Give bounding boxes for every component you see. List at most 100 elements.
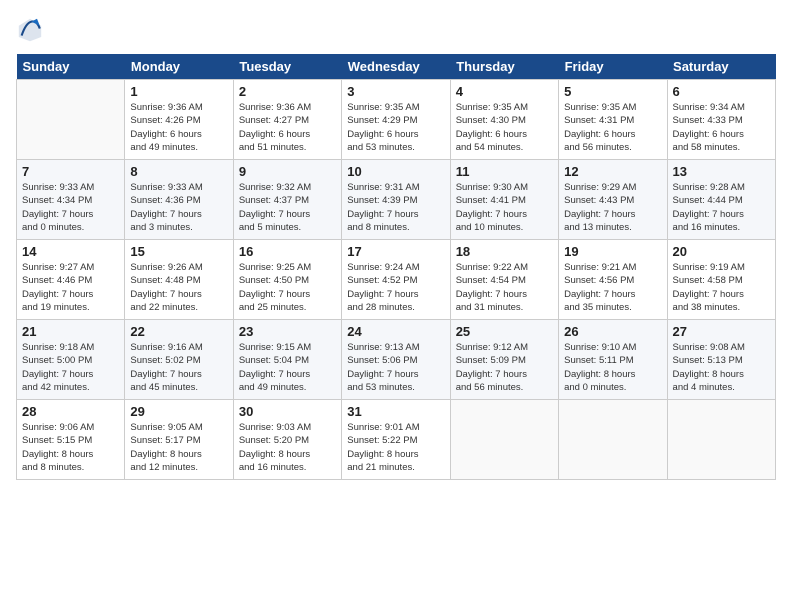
day-info: Sunrise: 9:01 AM Sunset: 5:22 PM Dayligh… bbox=[347, 421, 444, 474]
day-info: Sunrise: 9:06 AM Sunset: 5:15 PM Dayligh… bbox=[22, 421, 119, 474]
calendar-cell: 4 Sunrise: 9:35 AM Sunset: 4:30 PM Daylig… bbox=[450, 80, 558, 160]
day-number: 22 bbox=[130, 324, 227, 339]
day-number: 11 bbox=[456, 164, 553, 179]
day-info: Sunrise: 9:28 AM Sunset: 4:44 PM Dayligh… bbox=[673, 181, 770, 234]
day-number: 7 bbox=[22, 164, 119, 179]
day-number: 25 bbox=[456, 324, 553, 339]
day-info: Sunrise: 9:33 AM Sunset: 4:36 PM Dayligh… bbox=[130, 181, 227, 234]
weekday-header: Monday bbox=[125, 54, 233, 80]
day-number: 6 bbox=[673, 84, 770, 99]
calendar-cell: 26 Sunrise: 9:10 AM Sunset: 5:11 PM Dayli… bbox=[559, 320, 667, 400]
calendar-cell: 25 Sunrise: 9:12 AM Sunset: 5:09 PM Dayli… bbox=[450, 320, 558, 400]
day-info: Sunrise: 9:26 AM Sunset: 4:48 PM Dayligh… bbox=[130, 261, 227, 314]
day-info: Sunrise: 9:22 AM Sunset: 4:54 PM Dayligh… bbox=[456, 261, 553, 314]
day-info: Sunrise: 9:08 AM Sunset: 5:13 PM Dayligh… bbox=[673, 341, 770, 394]
day-number: 20 bbox=[673, 244, 770, 259]
weekday-header: Thursday bbox=[450, 54, 558, 80]
day-number: 27 bbox=[673, 324, 770, 339]
day-number: 19 bbox=[564, 244, 661, 259]
day-number: 29 bbox=[130, 404, 227, 419]
calendar-cell: 24Sunrise: 9:13 AM Sunset: 5:06 PM Dayli… bbox=[342, 320, 450, 400]
day-info: Sunrise: 9:24 AM Sunset: 4:52 PM Dayligh… bbox=[347, 261, 444, 314]
day-info: Sunrise: 9:10 AM Sunset: 5:11 PM Dayligh… bbox=[564, 341, 661, 394]
day-number: 12 bbox=[564, 164, 661, 179]
calendar-cell: 28 Sunrise: 9:06 AM Sunset: 5:15 PM Dayli… bbox=[17, 400, 125, 480]
day-info: Sunrise: 9:18 AM Sunset: 5:00 PM Dayligh… bbox=[22, 341, 119, 394]
day-number: 28 bbox=[22, 404, 119, 419]
day-number: 10 bbox=[347, 164, 444, 179]
day-number: 21 bbox=[22, 324, 119, 339]
calendar-cell: 5 Sunrise: 9:35 AM Sunset: 4:31 PM Daylig… bbox=[559, 80, 667, 160]
day-number: 8 bbox=[130, 164, 227, 179]
day-info: Sunrise: 9:36 AM Sunset: 4:27 PM Dayligh… bbox=[239, 101, 336, 154]
day-number: 3 bbox=[347, 84, 444, 99]
day-number: 30 bbox=[239, 404, 336, 419]
calendar-cell: 2 Sunrise: 9:36 AM Sunset: 4:27 PM Daylig… bbox=[233, 80, 341, 160]
calendar-cell: 1Sunrise: 9:36 AM Sunset: 4:26 PM Daylig… bbox=[125, 80, 233, 160]
day-info: Sunrise: 9:30 AM Sunset: 4:41 PM Dayligh… bbox=[456, 181, 553, 234]
calendar-table: SundayMondayTuesdayWednesdayThursdayFrid… bbox=[16, 54, 776, 480]
calendar-cell: 21 Sunrise: 9:18 AM Sunset: 5:00 PM Dayli… bbox=[17, 320, 125, 400]
calendar-cell: 29 Sunrise: 9:05 AM Sunset: 5:17 PM Dayli… bbox=[125, 400, 233, 480]
day-info: Sunrise: 9:15 AM Sunset: 5:04 PM Dayligh… bbox=[239, 341, 336, 394]
day-info: Sunrise: 9:34 AM Sunset: 4:33 PM Dayligh… bbox=[673, 101, 770, 154]
day-info: Sunrise: 9:35 AM Sunset: 4:31 PM Dayligh… bbox=[564, 101, 661, 154]
day-info: Sunrise: 9:31 AM Sunset: 4:39 PM Dayligh… bbox=[347, 181, 444, 234]
calendar-cell: 17 Sunrise: 9:24 AM Sunset: 4:52 PM Dayli… bbox=[342, 240, 450, 320]
day-info: Sunrise: 9:21 AM Sunset: 4:56 PM Dayligh… bbox=[564, 261, 661, 314]
day-info: Sunrise: 9:35 AM Sunset: 4:30 PM Dayligh… bbox=[456, 101, 553, 154]
calendar-cell bbox=[17, 80, 125, 160]
calendar-cell: 8 Sunrise: 9:33 AM Sunset: 4:36 PM Daylig… bbox=[125, 160, 233, 240]
calendar-cell: 30 Sunrise: 9:03 AM Sunset: 5:20 PM Dayli… bbox=[233, 400, 341, 480]
calendar-cell: 20 Sunrise: 9:19 AM Sunset: 4:58 PM Dayli… bbox=[667, 240, 775, 320]
weekday-header: Friday bbox=[559, 54, 667, 80]
calendar-cell bbox=[559, 400, 667, 480]
calendar-week-row: 21 Sunrise: 9:18 AM Sunset: 5:00 PM Dayli… bbox=[17, 320, 776, 400]
calendar-cell: 14 Sunrise: 9:27 AM Sunset: 4:46 PM Dayli… bbox=[17, 240, 125, 320]
calendar-cell bbox=[667, 400, 775, 480]
day-number: 5 bbox=[564, 84, 661, 99]
page-header bbox=[16, 16, 776, 44]
day-number: 2 bbox=[239, 84, 336, 99]
calendar-cell: 23Sunrise: 9:15 AM Sunset: 5:04 PM Dayli… bbox=[233, 320, 341, 400]
day-number: 14 bbox=[22, 244, 119, 259]
day-number: 16 bbox=[239, 244, 336, 259]
calendar-cell: 27 Sunrise: 9:08 AM Sunset: 5:13 PM Dayli… bbox=[667, 320, 775, 400]
weekday-header: Sunday bbox=[17, 54, 125, 80]
day-info: Sunrise: 9:32 AM Sunset: 4:37 PM Dayligh… bbox=[239, 181, 336, 234]
day-info: Sunrise: 9:29 AM Sunset: 4:43 PM Dayligh… bbox=[564, 181, 661, 234]
day-number: 17 bbox=[347, 244, 444, 259]
calendar-cell bbox=[450, 400, 558, 480]
calendar-cell: 11 Sunrise: 9:30 AM Sunset: 4:41 PM Dayli… bbox=[450, 160, 558, 240]
logo-icon bbox=[16, 16, 44, 44]
calendar-cell: 7Sunrise: 9:33 AM Sunset: 4:34 PM Daylig… bbox=[17, 160, 125, 240]
day-number: 4 bbox=[456, 84, 553, 99]
day-info: Sunrise: 9:05 AM Sunset: 5:17 PM Dayligh… bbox=[130, 421, 227, 474]
weekday-header: Saturday bbox=[667, 54, 775, 80]
calendar-cell: 19 Sunrise: 9:21 AM Sunset: 4:56 PM Dayli… bbox=[559, 240, 667, 320]
calendar-cell: 10 Sunrise: 9:31 AM Sunset: 4:39 PM Dayli… bbox=[342, 160, 450, 240]
calendar-cell: 9Sunrise: 9:32 AM Sunset: 4:37 PM Daylig… bbox=[233, 160, 341, 240]
day-number: 18 bbox=[456, 244, 553, 259]
day-info: Sunrise: 9:03 AM Sunset: 5:20 PM Dayligh… bbox=[239, 421, 336, 474]
calendar-week-row: 1Sunrise: 9:36 AM Sunset: 4:26 PM Daylig… bbox=[17, 80, 776, 160]
day-number: 13 bbox=[673, 164, 770, 179]
day-info: Sunrise: 9:19 AM Sunset: 4:58 PM Dayligh… bbox=[673, 261, 770, 314]
day-number: 26 bbox=[564, 324, 661, 339]
calendar-cell: 3 Sunrise: 9:35 AM Sunset: 4:29 PM Daylig… bbox=[342, 80, 450, 160]
day-info: Sunrise: 9:12 AM Sunset: 5:09 PM Dayligh… bbox=[456, 341, 553, 394]
day-info: Sunrise: 9:25 AM Sunset: 4:50 PM Dayligh… bbox=[239, 261, 336, 314]
day-info: Sunrise: 9:13 AM Sunset: 5:06 PM Dayligh… bbox=[347, 341, 444, 394]
calendar-week-row: 7Sunrise: 9:33 AM Sunset: 4:34 PM Daylig… bbox=[17, 160, 776, 240]
day-info: Sunrise: 9:16 AM Sunset: 5:02 PM Dayligh… bbox=[130, 341, 227, 394]
day-number: 15 bbox=[130, 244, 227, 259]
calendar-cell: 31Sunrise: 9:01 AM Sunset: 5:22 PM Dayli… bbox=[342, 400, 450, 480]
day-info: Sunrise: 9:35 AM Sunset: 4:29 PM Dayligh… bbox=[347, 101, 444, 154]
calendar-cell: 16 Sunrise: 9:25 AM Sunset: 4:50 PM Dayli… bbox=[233, 240, 341, 320]
calendar-cell: 12 Sunrise: 9:29 AM Sunset: 4:43 PM Dayli… bbox=[559, 160, 667, 240]
calendar-cell: 6 Sunrise: 9:34 AM Sunset: 4:33 PM Daylig… bbox=[667, 80, 775, 160]
calendar-cell: 15 Sunrise: 9:26 AM Sunset: 4:48 PM Dayli… bbox=[125, 240, 233, 320]
weekday-header: Tuesday bbox=[233, 54, 341, 80]
day-info: Sunrise: 9:27 AM Sunset: 4:46 PM Dayligh… bbox=[22, 261, 119, 314]
day-number: 1 bbox=[130, 84, 227, 99]
